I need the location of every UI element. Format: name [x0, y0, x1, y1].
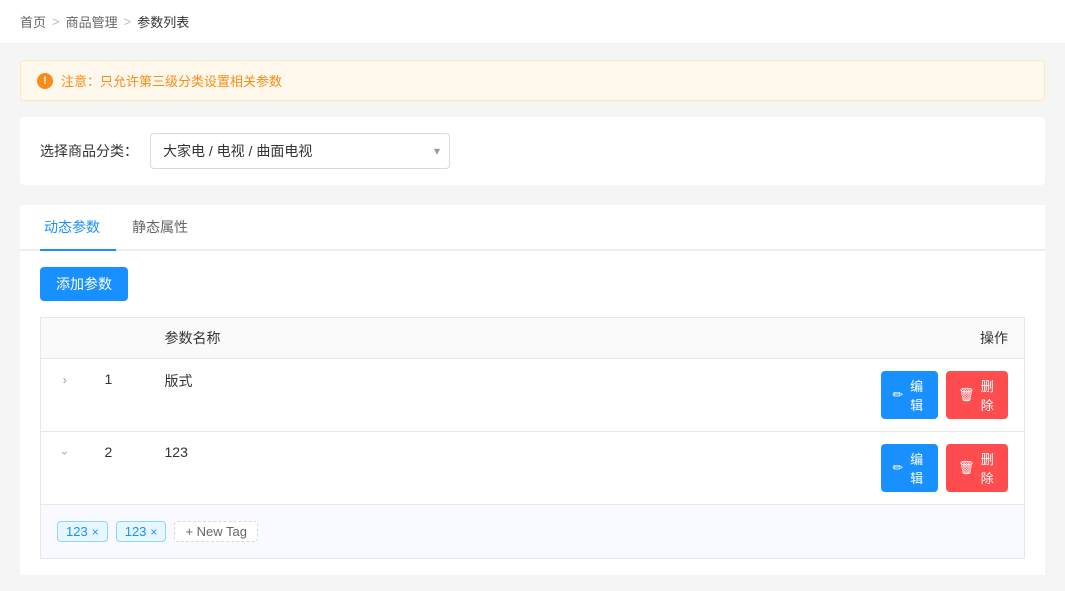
- index-cell-2: 2: [89, 432, 149, 505]
- category-label: 选择商品分类：: [40, 141, 138, 161]
- breadcrumb-home[interactable]: 首页: [20, 12, 46, 31]
- action-cell-1: ✏ 编辑 🗑 删除: [865, 359, 1025, 432]
- delete-label-2: 删除: [978, 449, 996, 487]
- collapse-icon-2[interactable]: ›: [58, 451, 72, 455]
- expand-cell-2: ›: [41, 432, 89, 505]
- delete-icon-1: 🗑: [958, 387, 975, 403]
- col-expand-header: [41, 318, 89, 359]
- main-content: ! 注意：只允许第三级分类设置相关参数 选择商品分类： 大家电 / 电视 / 曲…: [0, 44, 1065, 591]
- edit-label-1: 编辑: [907, 376, 926, 414]
- notice-icon: !: [37, 73, 53, 89]
- new-tag-button[interactable]: + New Tag: [174, 521, 258, 542]
- table-row: › 1 版式 ✏ 编辑 🗑: [41, 359, 1025, 432]
- tag-close-1[interactable]: ×: [92, 526, 99, 538]
- add-param-button[interactable]: 添加参数: [40, 267, 128, 301]
- index-cell-1: 1: [89, 359, 149, 432]
- edit-icon-1: ✏: [893, 387, 904, 403]
- action-cell-2: ✏ 编辑 🗑 删除: [865, 432, 1025, 505]
- name-cell-1: 版式: [149, 359, 865, 432]
- name-cell-2: 123: [149, 432, 865, 505]
- breadcrumb-sep-2: >: [124, 14, 132, 29]
- action-btns-2: ✏ 编辑 🗑 删除: [881, 444, 1009, 492]
- params-table: 参数名称 操作 › 1 版式: [40, 317, 1025, 559]
- breadcrumb-param-list: 参数列表: [137, 12, 189, 31]
- delete-button-1[interactable]: 🗑 删除: [946, 371, 1008, 419]
- tag-label-2: 123: [125, 524, 147, 539]
- edit-button-2[interactable]: ✏ 编辑: [881, 444, 938, 492]
- tag-label-1: 123: [66, 524, 88, 539]
- col-index-header: [89, 318, 149, 359]
- delete-icon-2: 🗑: [958, 460, 975, 476]
- tag-list-2: 123 × 123 × + New Tag: [57, 517, 1008, 546]
- category-select-wrapper: 大家电 / 电视 / 曲面电视 ▾: [150, 133, 450, 169]
- edit-label-2: 编辑: [907, 449, 926, 487]
- notice-text: 注意：只允许第三级分类设置相关参数: [61, 71, 282, 90]
- breadcrumb-sep-1: >: [52, 14, 60, 29]
- content-area: 添加参数 参数名称 操作 › 1: [20, 251, 1045, 575]
- delete-button-2[interactable]: 🗑 删除: [946, 444, 1008, 492]
- notice-bar: ! 注意：只允许第三级分类设置相关参数: [20, 60, 1045, 101]
- tab-dynamic-params[interactable]: 动态参数: [40, 205, 116, 251]
- tag-item-2: 123 ×: [116, 521, 167, 542]
- table-row: › 2 123 ✏ 编辑 🗑: [41, 432, 1025, 505]
- edit-button-1[interactable]: ✏ 编辑: [881, 371, 938, 419]
- breadcrumb: 首页 > 商品管理 > 参数列表: [0, 0, 1065, 44]
- col-name-header: 参数名称: [149, 318, 865, 359]
- table-header-row: 参数名称 操作: [41, 318, 1025, 359]
- breadcrumb-product-mgmt[interactable]: 商品管理: [66, 12, 118, 31]
- tabs-container: 动态参数 静态属性: [20, 205, 1045, 251]
- edit-icon-2: ✏: [893, 460, 904, 476]
- expand-cell-1: ›: [41, 359, 89, 432]
- category-select[interactable]: 大家电 / 电视 / 曲面电视: [150, 133, 450, 169]
- tabs-row: 动态参数 静态属性: [40, 205, 1025, 249]
- expanded-row-2: 123 × 123 × + New Tag: [41, 505, 1025, 559]
- action-btns-1: ✏ 编辑 🗑 删除: [881, 371, 1009, 419]
- tag-close-2[interactable]: ×: [150, 526, 157, 538]
- tag-item-1: 123 ×: [57, 521, 108, 542]
- delete-label-1: 删除: [978, 376, 996, 414]
- category-row: 选择商品分类： 大家电 / 电视 / 曲面电视 ▾: [20, 117, 1045, 185]
- page-container: 首页 > 商品管理 > 参数列表 ! 注意：只允许第三级分类设置相关参数 选择商…: [0, 0, 1065, 591]
- expanded-cell-2: 123 × 123 × + New Tag: [41, 505, 1025, 559]
- col-action-header: 操作: [865, 318, 1025, 359]
- expand-icon-1[interactable]: ›: [63, 373, 67, 387]
- tab-static-attrs[interactable]: 静态属性: [128, 205, 204, 251]
